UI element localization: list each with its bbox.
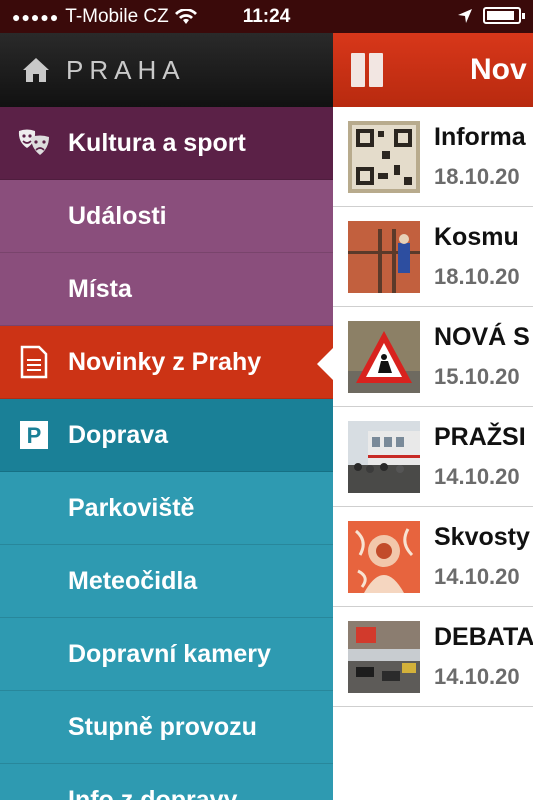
sidebar-item-dopravni-kamery[interactable]: Dopravní kamery bbox=[0, 618, 333, 691]
news-date: 18.10.20 bbox=[434, 264, 520, 289]
sidebar-item-label: Stupně provozu bbox=[68, 712, 257, 741]
status-time: 11:24 bbox=[242, 6, 291, 27]
news-thumbnail bbox=[348, 320, 420, 393]
menu-toggle-button[interactable] bbox=[351, 53, 383, 87]
sidebar-item-label: Kultura a sport bbox=[68, 128, 246, 157]
news-list-item[interactable]: DEBATA 14.10.20 bbox=[333, 607, 533, 707]
sidebar-item-label: Doprava bbox=[68, 420, 169, 449]
home-icon bbox=[23, 58, 49, 82]
brand-header[interactable]: PRAHA bbox=[0, 33, 333, 107]
news-list-item[interactable]: Informa 18.10.20 bbox=[333, 107, 533, 207]
news-title: PRAŽSI bbox=[434, 423, 526, 451]
sidebar-item-info-z-dopravy[interactable]: Info z dopravy bbox=[0, 764, 333, 800]
active-item-pointer bbox=[317, 347, 334, 381]
newspaper-icon bbox=[0, 345, 68, 379]
sidebar-item-label: Dopravní kamery bbox=[68, 639, 271, 668]
news-panel: Nov Informa 18.10.20 Kosmu 18.10.20 NOVÁ… bbox=[333, 33, 533, 800]
status-bar: ●●●●● T-Mobile CZ 11:24 bbox=[0, 0, 533, 33]
news-thumbnail bbox=[348, 120, 420, 193]
sidebar-item-mista[interactable]: Místa bbox=[0, 253, 333, 326]
news-thumbnail bbox=[348, 420, 420, 493]
news-date: 15.10.20 bbox=[434, 364, 520, 389]
news-date: 18.10.20 bbox=[434, 164, 520, 189]
news-date: 14.10.20 bbox=[434, 664, 520, 689]
battery-icon bbox=[483, 7, 525, 24]
sidebar-menu: PRAHA Kultura a sport Události Místa Nov… bbox=[0, 33, 333, 800]
news-header: Nov bbox=[333, 33, 533, 107]
sidebar-item-kultura-a-sport[interactable]: Kultura a sport bbox=[0, 107, 333, 180]
location-arrow-icon bbox=[458, 8, 472, 23]
news-title: Skvosty bbox=[434, 523, 530, 551]
sidebar-item-label: Místa bbox=[68, 274, 132, 303]
sidebar-item-parkoviste[interactable]: Parkoviště bbox=[0, 472, 333, 545]
news-list-item[interactable]: PRAŽSI 14.10.20 bbox=[333, 407, 533, 507]
news-title: DEBATA bbox=[434, 623, 533, 651]
news-thumbnail bbox=[348, 620, 420, 693]
news-date: 14.10.20 bbox=[434, 564, 520, 589]
news-date: 14.10.20 bbox=[434, 464, 520, 489]
sidebar-item-label: Události bbox=[68, 201, 167, 230]
news-list-item[interactable]: NOVÁ S 15.10.20 bbox=[333, 307, 533, 407]
news-thumbnail bbox=[348, 520, 420, 593]
sidebar-item-label: Parkoviště bbox=[68, 493, 195, 522]
brand-name: PRAHA bbox=[66, 54, 186, 85]
svg-text:P: P bbox=[27, 423, 42, 448]
news-thumbnail bbox=[348, 220, 420, 293]
status-right bbox=[457, 7, 525, 24]
sidebar-item-stupne-provozu[interactable]: Stupně provozu bbox=[0, 691, 333, 764]
news-title: NOVÁ S bbox=[434, 323, 530, 351]
theater-masks-icon bbox=[0, 128, 68, 158]
parking-icon: P bbox=[0, 421, 68, 449]
news-list-item[interactable]: Kosmu 18.10.20 bbox=[333, 207, 533, 307]
sidebar-item-label: Info z dopravy bbox=[68, 785, 238, 800]
sidebar-item-label: Novinky z Prahy bbox=[68, 347, 262, 376]
news-title: Informa bbox=[434, 123, 526, 151]
sidebar-item-doprava[interactable]: P Doprava bbox=[0, 399, 333, 472]
sidebar-item-novinky-z-prahy[interactable]: Novinky z Prahy bbox=[0, 326, 333, 399]
sidebar-item-label: Meteočidla bbox=[68, 566, 198, 595]
page-title: Nov bbox=[470, 53, 527, 86]
sidebar-item-udalosti[interactable]: Události bbox=[0, 180, 333, 253]
news-title: Kosmu bbox=[434, 223, 519, 251]
sidebar-item-meteocidla[interactable]: Meteočidla bbox=[0, 545, 333, 618]
news-list-item[interactable]: Skvosty 14.10.20 bbox=[333, 507, 533, 607]
